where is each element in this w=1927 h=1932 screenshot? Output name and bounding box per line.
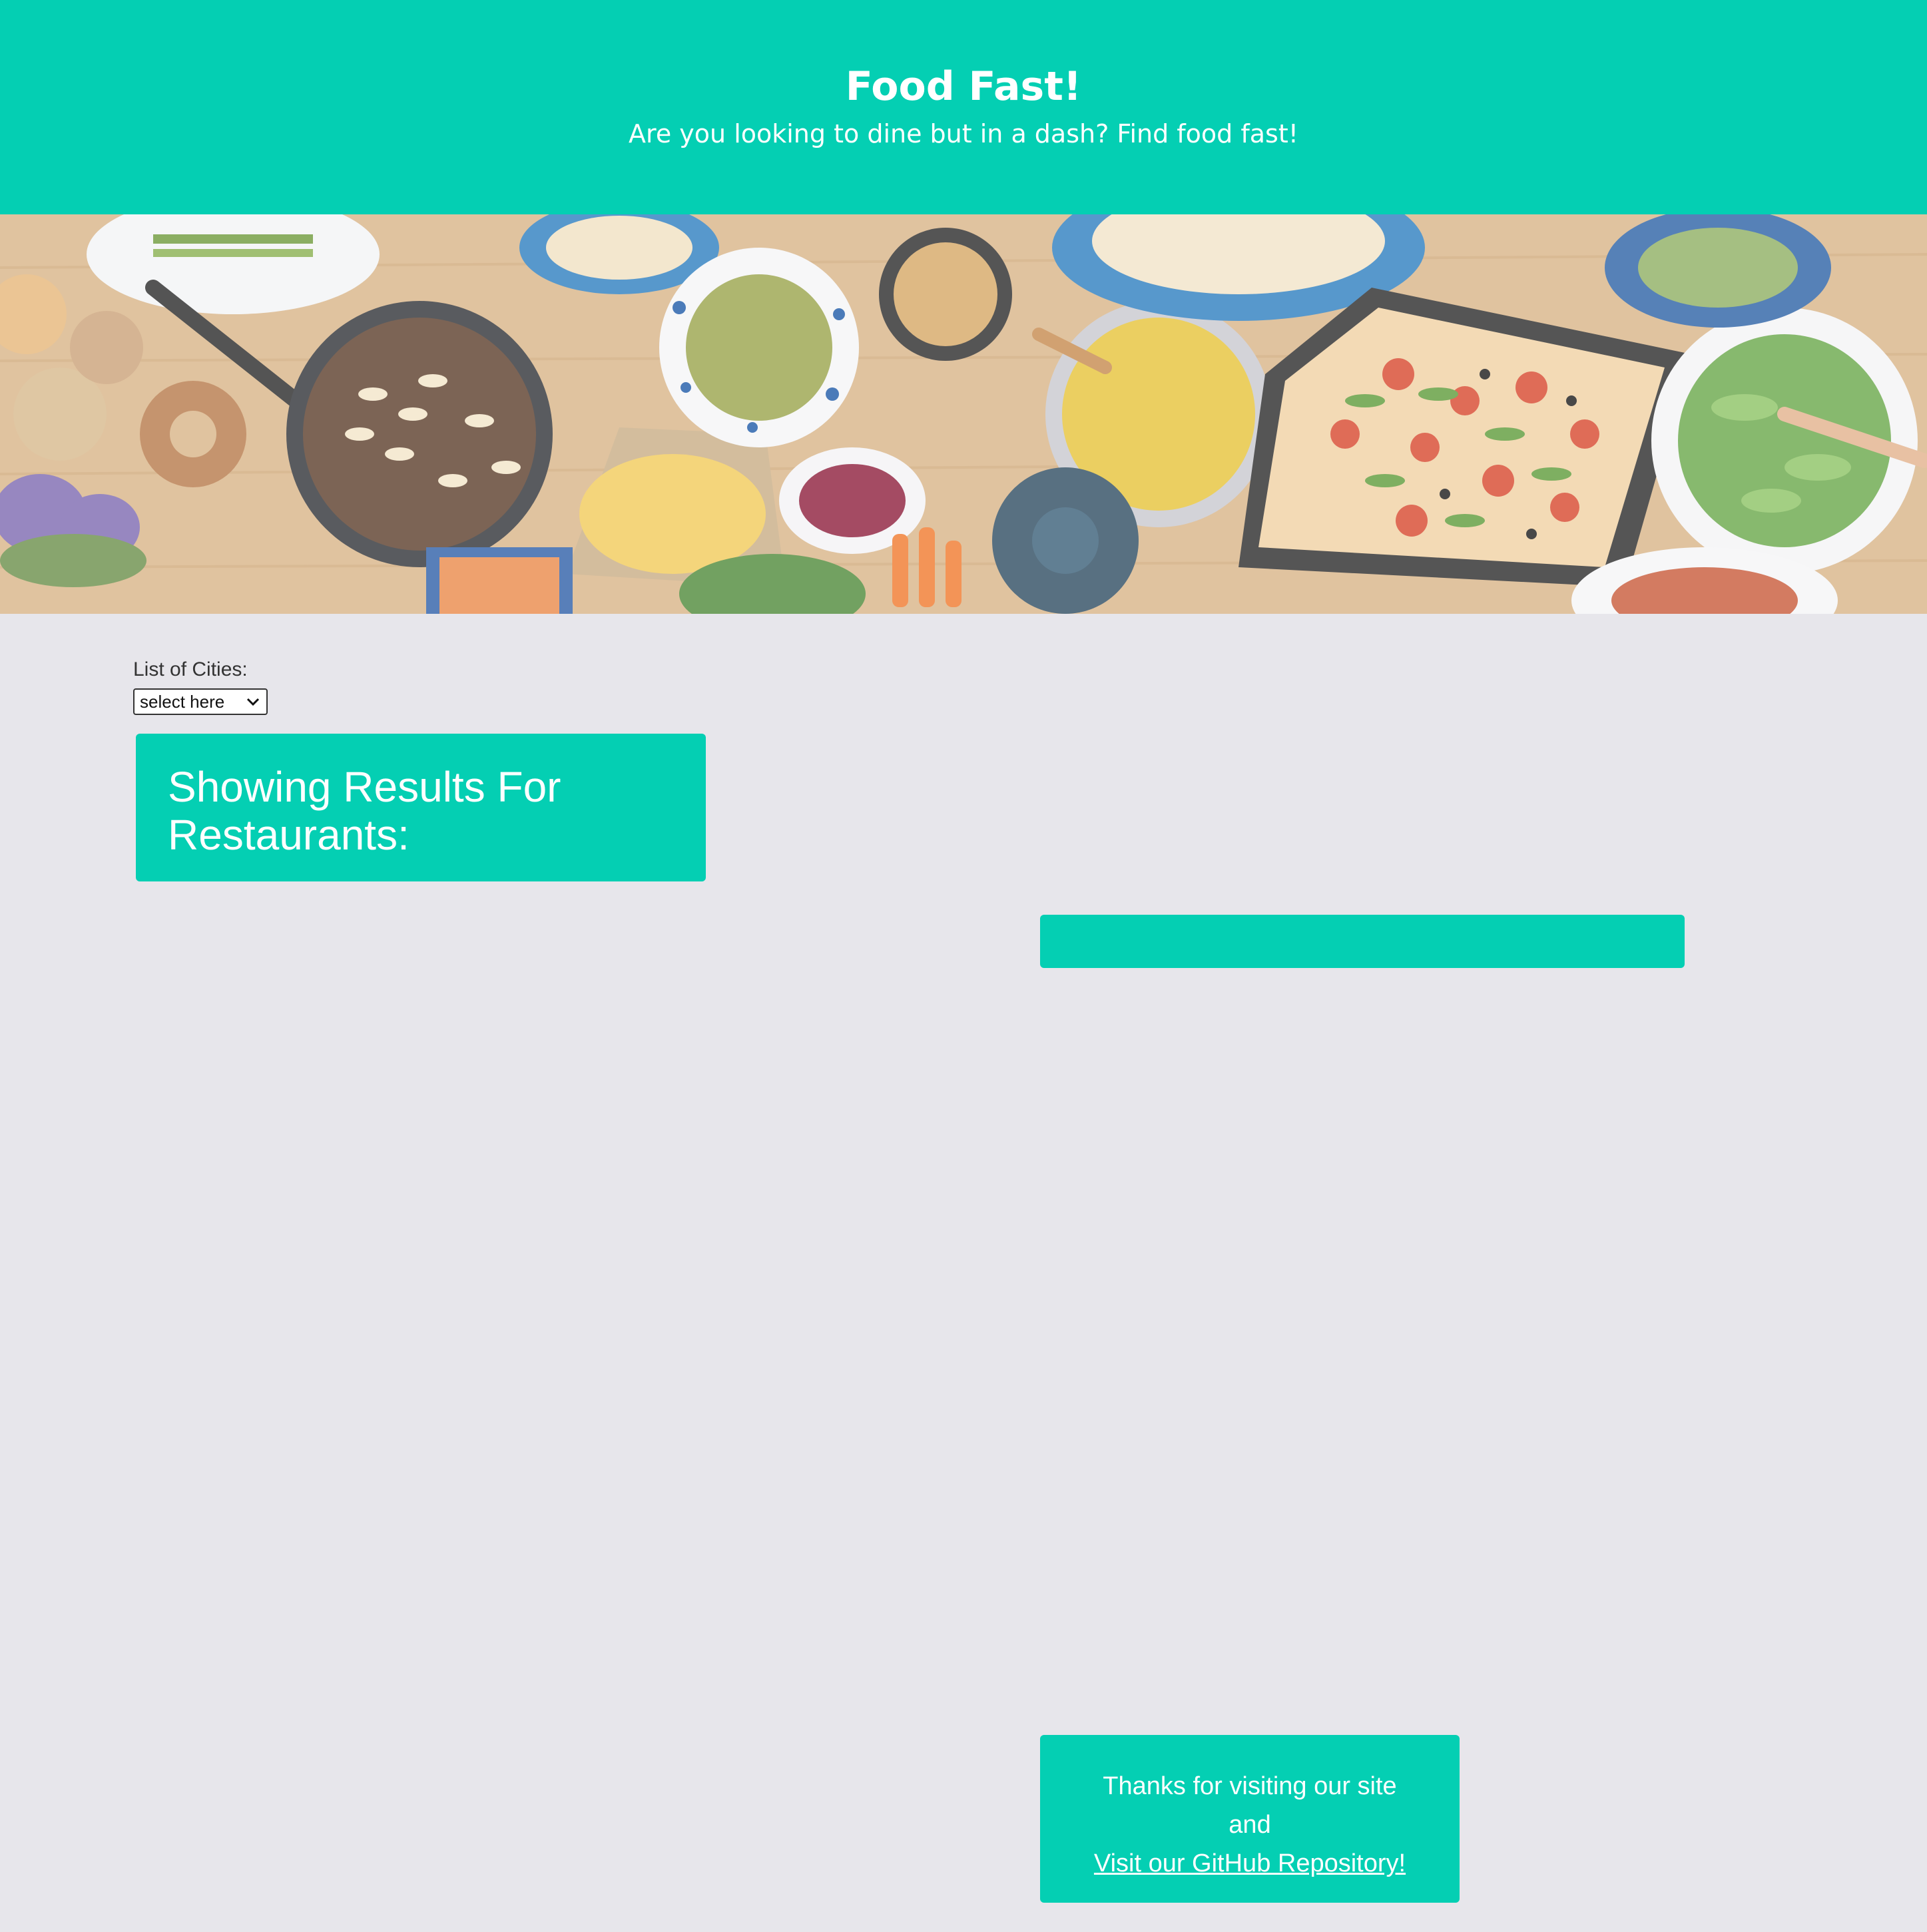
hero-food-image [0, 214, 1927, 614]
footer-card: Thanks for visiting our site and Visit o… [1040, 1735, 1460, 1903]
results-heading: Showing Results For Restaurants: [168, 763, 674, 859]
results-bar [1040, 915, 1685, 968]
github-repo-link[interactable]: Visit our GitHub Repository! [1094, 1849, 1406, 1877]
footer-thanks-text: Thanks for visiting our site [1103, 1772, 1397, 1800]
city-select-value: select here [140, 692, 225, 712]
city-list-label: List of Cities: [133, 658, 248, 680]
results-heading-line2: Restaurants: [168, 811, 410, 859]
results-card: Showing Results For Restaurants: [136, 734, 706, 881]
chevron-down-icon [246, 698, 260, 706]
city-select-dropdown[interactable]: select here [133, 688, 268, 715]
results-heading-line1: Showing Results For [168, 763, 561, 811]
site-header: Food Fast! Are you looking to dine but i… [0, 0, 1927, 214]
site-subtitle: Are you looking to dine but in a dash? F… [629, 119, 1298, 148]
site-title: Food Fast! [845, 63, 1082, 110]
footer-and-text: and [1229, 1811, 1271, 1839]
